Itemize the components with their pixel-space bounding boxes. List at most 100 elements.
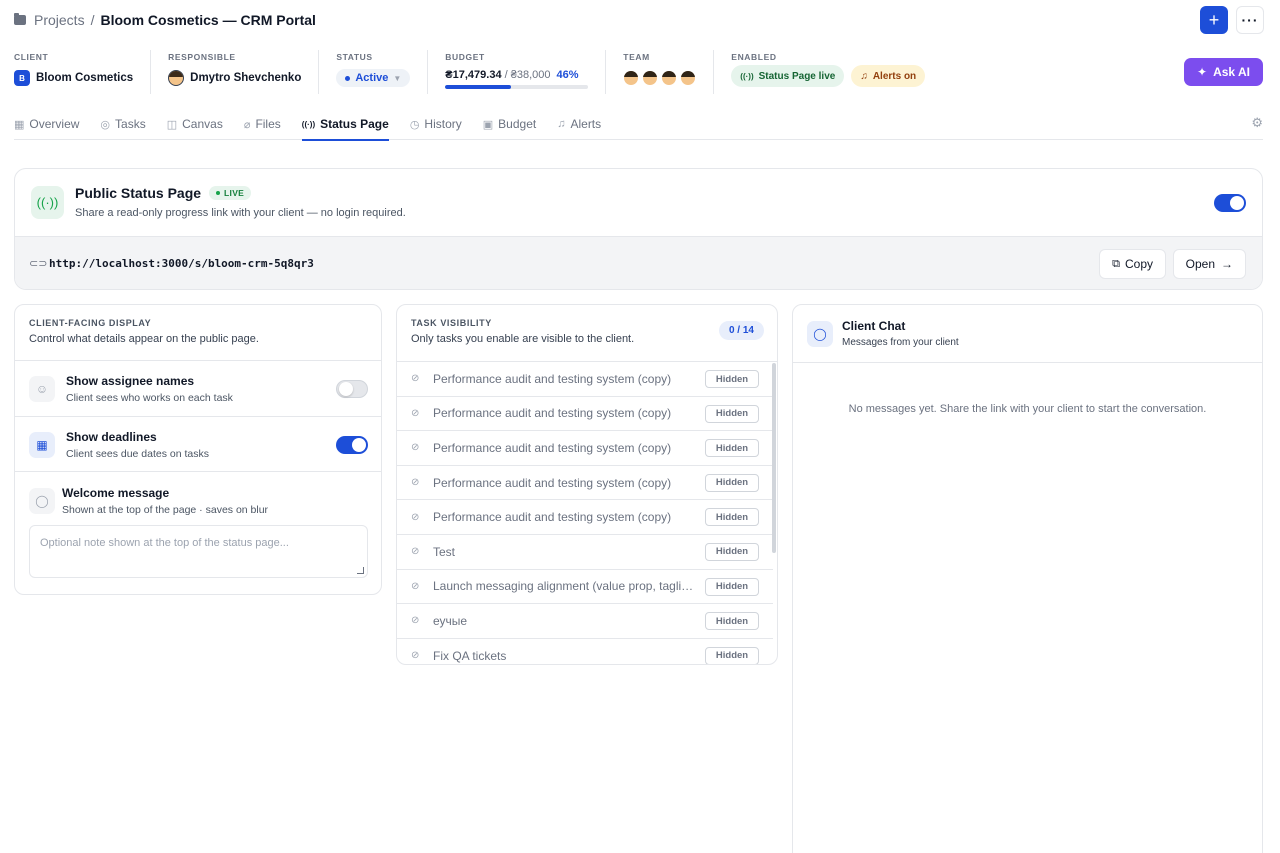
budget-label: BUDGET <box>445 52 485 62</box>
live-badge-label: LIVE <box>224 188 245 198</box>
table-row[interactable]: ⊘ Performance audit and testing system (c… <box>397 362 773 397</box>
tab-overview[interactable]: ▦ Overview <box>14 108 79 140</box>
welcome-message-sub: Shown at the top of the page · saves on … <box>62 504 269 516</box>
assignee-names-title: Show assignee names <box>66 374 195 388</box>
table-row[interactable]: ⊘ Performance audit and testing system (c… <box>397 431 773 466</box>
ask-ai-label: Ask AI <box>1213 65 1250 79</box>
status-dropdown[interactable]: Active ▼ <box>336 69 411 87</box>
toggle-knob <box>339 382 353 396</box>
toggle-knob <box>1230 196 1244 210</box>
chat-title: Client Chat <box>842 319 906 333</box>
chevron-down-icon: ▼ <box>393 73 402 83</box>
status-page-title: Public Status Page <box>75 185 202 201</box>
hidden-toggle-button[interactable]: Hidden <box>705 404 759 423</box>
link-icon: ⊂⊃ <box>29 258 48 270</box>
welcome-message-title: Welcome message <box>62 486 170 500</box>
assignee-names-row: ☺ Show assignee names Client sees who wo… <box>15 360 381 416</box>
team-avatars[interactable] <box>623 69 697 87</box>
add-button[interactable]: + <box>1200 6 1228 34</box>
public-status-page-card: ((·)) Public Status Page LIVE Share a re… <box>14 168 1263 290</box>
tab-canvas[interactable]: ◫ Canvas <box>167 108 223 140</box>
share-link-url[interactable]: http://localhost:3000/s/bloom-crm-5q8qr3 <box>49 257 314 270</box>
welcome-message-input[interactable]: Optional note shown at the top of the st… <box>29 525 368 578</box>
broadcast-icon: ((·)) <box>740 71 754 81</box>
task-list-scrollbar[interactable] <box>772 363 776 553</box>
task-name: Performance audit and testing system (co… <box>433 440 672 455</box>
table-row[interactable]: ⊘ Fix QA tickets Hidden <box>397 639 773 664</box>
tab-label: Tasks <box>115 117 146 131</box>
status-page-live-chip[interactable]: ((·)) Status Page live <box>731 65 845 87</box>
sparkles-icon: ✦ <box>1197 65 1208 79</box>
copy-button[interactable]: ⧉ Copy <box>1099 249 1166 279</box>
budget-spent: ₴17,479.34 <box>445 69 502 81</box>
hidden-toggle-button[interactable]: Hidden <box>705 439 759 458</box>
ask-ai-button[interactable]: ✦ Ask AI <box>1184 58 1263 86</box>
tab-files[interactable]: ⌀ Files <box>244 108 281 140</box>
hidden-toggle-button[interactable]: Hidden <box>705 542 759 561</box>
hidden-toggle-button[interactable]: Hidden <box>705 508 759 527</box>
table-row[interactable]: ⊘ Performance audit and testing system (c… <box>397 466 773 501</box>
visibility-subtitle: Only tasks you enable are visible to the… <box>411 333 635 345</box>
more-menu-button[interactable]: ··· <box>1236 6 1264 34</box>
calendar-icon: ▦ <box>29 432 55 458</box>
task-name: Performance audit and testing system (co… <box>433 406 672 421</box>
team-label: TEAM <box>623 52 650 62</box>
broadcast-icon: ((·)) <box>301 119 316 129</box>
breadcrumb-separator: / <box>90 12 95 28</box>
welcome-message-row: ◯ Welcome message Shown at the top of th… <box>15 471 381 594</box>
meta-team: TEAM <box>605 50 713 94</box>
display-label: CLIENT-FACING DISPLAY <box>29 318 152 328</box>
hidden-toggle-button[interactable]: Hidden <box>705 370 759 388</box>
table-row[interactable]: ⊘ еучые Hidden <box>397 604 773 639</box>
live-dot-icon <box>216 191 221 195</box>
deadlines-sub: Client sees due dates on tasks <box>66 448 210 460</box>
client-name[interactable]: Bloom Cosmetics <box>36 72 133 84</box>
open-button[interactable]: Open → <box>1172 249 1246 279</box>
meta-status: STATUS Active ▼ <box>318 50 427 94</box>
tab-label: Canvas <box>182 117 223 131</box>
meta-enabled: ENABLED ((·)) Status Page live ♫ Alerts on <box>713 50 942 94</box>
tab-label: Files <box>255 117 281 131</box>
status-label: STATUS <box>336 52 373 62</box>
clock-icon: ◷ <box>409 118 420 131</box>
chat-subtitle: Messages from your client <box>842 337 959 348</box>
tab-status-page[interactable]: ((·)) Status Page <box>301 108 389 141</box>
table-row[interactable]: ⊘ Performance audit and testing system (c… <box>397 397 773 432</box>
display-subtitle: Control what details appear on the publi… <box>29 333 259 345</box>
eye-off-icon: ⊘ <box>411 477 420 489</box>
hidden-toggle-button[interactable]: Hidden <box>705 612 759 631</box>
book-icon: ◫ <box>166 118 178 131</box>
open-label: Open <box>1185 257 1215 271</box>
toggle-knob <box>352 438 366 452</box>
assignee-names-sub: Client sees who works on each task <box>66 392 233 404</box>
tab-budget[interactable]: ▣ Budget <box>483 108 536 140</box>
task-name: еучые <box>433 613 468 628</box>
visibility-label: TASK VISIBILITY <box>411 318 492 328</box>
hidden-toggle-button[interactable]: Hidden <box>705 646 759 664</box>
responsible-name[interactable]: Dmytro Shevchenko <box>190 72 301 84</box>
deadlines-toggle[interactable] <box>336 436 368 454</box>
eye-off-icon: ⊘ <box>411 580 420 592</box>
status-page-toggle[interactable] <box>1214 194 1246 212</box>
eye-off-icon: ⊘ <box>411 546 420 558</box>
hidden-toggle-button[interactable]: Hidden <box>705 577 759 596</box>
hidden-toggle-button[interactable]: Hidden <box>705 473 759 492</box>
paperclip-icon: ⌀ <box>243 118 251 131</box>
status-dot-icon <box>345 75 351 81</box>
gear-icon[interactable]: ⚙ <box>1251 115 1263 131</box>
eye-off-icon: ⊘ <box>411 615 420 627</box>
task-name: Fix QA tickets <box>433 648 507 663</box>
task-list: ⊘ Performance audit and testing system (c… <box>397 361 777 664</box>
table-row[interactable]: ⊘ Test Hidden <box>397 535 773 570</box>
tab-alerts[interactable]: ♫ Alerts <box>557 108 601 140</box>
app-page: Projects / Bloom Cosmetics — CRM Portal … <box>0 0 1280 853</box>
tab-label: Budget <box>498 117 537 131</box>
assignee-names-toggle[interactable] <box>336 380 368 398</box>
table-row[interactable]: ⊘ Performance audit and testing system (c… <box>397 500 773 535</box>
tab-history[interactable]: ◷ History <box>410 108 462 140</box>
client-facing-display-card: CLIENT-FACING DISPLAY Control what detai… <box>14 304 382 595</box>
alerts-on-chip[interactable]: ♫ Alerts on <box>851 65 926 87</box>
breadcrumb-projects[interactable]: Projects <box>34 12 85 28</box>
table-row[interactable]: ⊘ Launch messaging alignment (value prop,… <box>397 570 773 605</box>
tab-tasks[interactable]: ◎ Tasks <box>100 108 145 140</box>
